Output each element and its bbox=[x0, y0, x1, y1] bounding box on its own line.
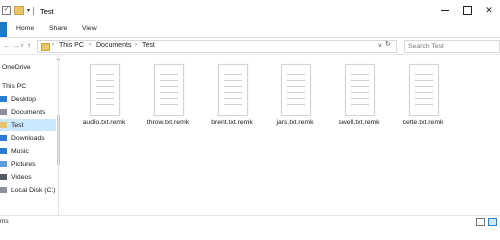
sidebar-item-local-disk[interactable]: Local Disk (C:) bbox=[0, 184, 56, 196]
desktop-icon bbox=[0, 96, 7, 102]
back-button[interactable]: ← bbox=[3, 41, 11, 50]
file-item[interactable]: brent.txt.remk bbox=[202, 60, 262, 136]
refresh-icon[interactable]: ↻ bbox=[385, 40, 391, 48]
customize-toolbar-chevron-icon[interactable]: ▾ bbox=[27, 7, 30, 14]
window-title: Test bbox=[40, 7, 54, 16]
search-placeholder: Search Test bbox=[408, 43, 444, 50]
navigation-pane: OneDrive This PC Desktop Documents Test … bbox=[0, 55, 58, 215]
text-document-icon bbox=[218, 64, 248, 116]
new-folder-icon[interactable] bbox=[14, 6, 24, 15]
tab-home[interactable]: Home bbox=[16, 25, 34, 32]
ribbon-tabs: Home Share View bbox=[0, 22, 500, 38]
file-name: cette.txt.remk bbox=[402, 119, 444, 126]
music-icon bbox=[0, 148, 7, 154]
folder-icon bbox=[0, 122, 7, 128]
window-controls: ✕ bbox=[434, 3, 500, 17]
file-name: audio.txt.remk bbox=[82, 119, 126, 126]
breadcrumb-documents[interactable]: Documents bbox=[96, 42, 131, 49]
properties-check-icon[interactable]: ✓ bbox=[2, 6, 11, 15]
quick-access-toolbar: ✓ ▾ bbox=[2, 6, 35, 15]
file-name: brent.txt.remk bbox=[211, 119, 253, 126]
downloads-icon bbox=[0, 135, 7, 141]
breadcrumb-separator[interactable]: › bbox=[52, 42, 54, 48]
breadcrumb-this-pc[interactable]: This PC bbox=[59, 42, 84, 49]
sidebar-item-pictures[interactable]: Pictures bbox=[0, 158, 56, 170]
file-item[interactable]: swell.txt.remk bbox=[329, 60, 389, 136]
sidebar-item-label: Documents bbox=[11, 108, 46, 116]
sidebar-item-test[interactable]: Test bbox=[0, 119, 56, 131]
title-bar: ✓ ▾ Test ✕ bbox=[0, 0, 500, 22]
sidebar-item-label: This PC bbox=[2, 82, 27, 90]
close-icon: ✕ bbox=[485, 4, 493, 15]
sidebar-item-label: Local Disk (C:) bbox=[11, 186, 56, 194]
sidebar-item-documents[interactable]: Documents bbox=[0, 106, 56, 118]
status-text: ms bbox=[0, 218, 9, 225]
file-name: throw.txt.remk bbox=[146, 119, 190, 126]
sidebar-item-label: Test bbox=[11, 121, 24, 129]
sidebar-item-onedrive[interactable]: OneDrive bbox=[2, 61, 58, 73]
address-bar[interactable]: › This PC › Documents › Test ∨ bbox=[37, 40, 397, 53]
sidebar-item-label: OneDrive bbox=[2, 63, 31, 71]
maximize-button[interactable] bbox=[456, 3, 478, 17]
forward-button[interactable]: → bbox=[12, 41, 20, 50]
drive-icon bbox=[0, 187, 7, 193]
toolbar-divider bbox=[33, 6, 35, 15]
search-input[interactable]: Search Test bbox=[404, 40, 500, 53]
breadcrumb-test[interactable]: Test bbox=[142, 42, 155, 49]
sidebar-item-this-pc[interactable]: This PC bbox=[2, 80, 58, 92]
sidebar-item-label: Downloads bbox=[11, 134, 45, 142]
breadcrumb-separator[interactable]: › bbox=[89, 42, 91, 48]
sidebar-item-videos[interactable]: Videos bbox=[0, 171, 56, 183]
file-item[interactable]: jars.txt.remk bbox=[265, 60, 325, 136]
pictures-icon bbox=[0, 161, 7, 167]
sidebar-item-label: Pictures bbox=[11, 160, 36, 168]
minimize-icon bbox=[441, 9, 449, 11]
tab-share[interactable]: Share bbox=[49, 25, 67, 32]
view-switcher bbox=[476, 218, 497, 226]
status-bar: ms bbox=[0, 215, 500, 228]
text-document-icon bbox=[154, 64, 184, 116]
minimize-button[interactable] bbox=[434, 3, 456, 17]
sidebar-item-label: Desktop bbox=[11, 95, 36, 103]
close-button[interactable]: ✕ bbox=[478, 3, 500, 17]
text-document-icon bbox=[90, 64, 120, 116]
navigation-bar: ← → ∨ ↑ › This PC › Documents › Test ∨ ↻… bbox=[0, 38, 500, 55]
details-view-icon[interactable] bbox=[476, 218, 485, 226]
file-item[interactable]: audio.txt.remk bbox=[74, 60, 134, 136]
folder-icon bbox=[41, 43, 50, 51]
file-item[interactable]: cette.txt.remk bbox=[393, 60, 453, 136]
sidebar-item-label: Videos bbox=[11, 173, 32, 181]
breadcrumb-separator[interactable]: › bbox=[135, 42, 137, 48]
file-name: swell.txt.remk bbox=[338, 119, 380, 126]
file-tab[interactable] bbox=[0, 22, 7, 37]
large-icons-view-icon[interactable] bbox=[488, 218, 497, 226]
sidebar-item-desktop[interactable]: Desktop bbox=[0, 93, 56, 105]
text-document-icon bbox=[345, 64, 375, 116]
sidebar-item-downloads[interactable]: Downloads bbox=[0, 132, 56, 144]
tab-view[interactable]: View bbox=[82, 25, 97, 32]
text-document-icon bbox=[409, 64, 439, 116]
file-item[interactable]: throw.txt.remk bbox=[138, 60, 198, 136]
recent-locations-button[interactable]: ∨ bbox=[20, 42, 24, 49]
pane-divider[interactable] bbox=[58, 55, 59, 215]
sidebar-item-music[interactable]: Music bbox=[0, 145, 56, 157]
maximize-icon bbox=[462, 5, 472, 15]
file-name: jars.txt.remk bbox=[276, 119, 314, 126]
address-dropdown-icon[interactable]: ∨ bbox=[378, 42, 382, 49]
text-document-icon bbox=[281, 64, 311, 116]
videos-icon bbox=[0, 174, 7, 180]
up-button[interactable]: ↑ bbox=[27, 41, 31, 50]
file-list: audio.txt.remk throw.txt.remk brent.txt.… bbox=[62, 55, 500, 215]
documents-icon bbox=[0, 109, 7, 115]
sidebar-item-label: Music bbox=[11, 147, 29, 155]
